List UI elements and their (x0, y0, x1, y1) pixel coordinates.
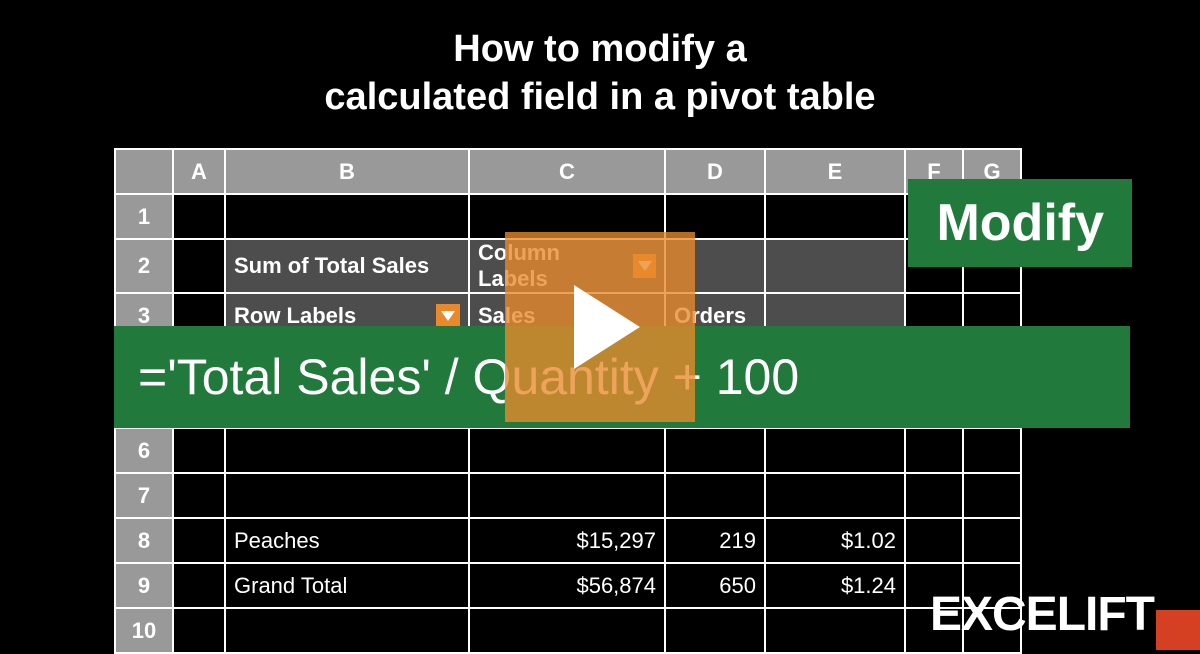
cell-C9[interactable]: $56,874 (469, 563, 665, 608)
cell-B2[interactable]: Sum of Total Sales (225, 239, 469, 293)
col-header-A[interactable]: A (173, 149, 225, 194)
cell-C10[interactable] (469, 608, 665, 653)
cell-E10[interactable] (765, 608, 905, 653)
cell-A6[interactable] (173, 428, 225, 473)
cell-D6[interactable] (665, 428, 765, 473)
cell-A7[interactable] (173, 473, 225, 518)
cell-F7[interactable] (905, 473, 963, 518)
row-labels-text: Row Labels (234, 303, 356, 329)
cell-A1[interactable] (173, 194, 225, 239)
cell-D7[interactable] (665, 473, 765, 518)
column-header-row: A B C D E F G (115, 149, 1021, 194)
col-header-E[interactable]: E (765, 149, 905, 194)
cell-C8[interactable]: $15,297 (469, 518, 665, 563)
cell-D10[interactable] (665, 608, 765, 653)
cell-G6[interactable] (963, 428, 1021, 473)
cell-B10[interactable] (225, 608, 469, 653)
row-header-6[interactable]: 6 (115, 428, 173, 473)
cell-E9[interactable]: $1.24 (765, 563, 905, 608)
cell-B6[interactable] (225, 428, 469, 473)
table-row: 7 (115, 473, 1021, 518)
cell-E7[interactable] (765, 473, 905, 518)
title-line-2: calculated field in a pivot table (324, 76, 875, 118)
cell-E2[interactable] (765, 239, 905, 293)
modify-label-overlay: Modify (908, 179, 1132, 267)
table-row: 9 Grand Total $56,874 650 $1.24 (115, 563, 1021, 608)
row-header-1[interactable]: 1 (115, 194, 173, 239)
table-row: 10 (115, 608, 1021, 653)
cell-C7[interactable] (469, 473, 665, 518)
cell-B7[interactable] (225, 473, 469, 518)
table-row: 8 Peaches $15,297 219 $1.02 (115, 518, 1021, 563)
cell-G7[interactable] (963, 473, 1021, 518)
cell-C6[interactable] (469, 428, 665, 473)
col-header-D[interactable]: D (665, 149, 765, 194)
cell-D9[interactable]: 650 (665, 563, 765, 608)
cell-E6[interactable] (765, 428, 905, 473)
cell-E8[interactable]: $1.02 (765, 518, 905, 563)
cell-F6[interactable] (905, 428, 963, 473)
table-row: 6 (115, 428, 1021, 473)
cell-A2[interactable] (173, 239, 225, 293)
cell-B9[interactable]: Grand Total (225, 563, 469, 608)
cell-G8[interactable] (963, 518, 1021, 563)
col-header-B[interactable]: B (225, 149, 469, 194)
watermark-text: EXCELIFT (930, 588, 1154, 641)
cell-E1[interactable] (765, 194, 905, 239)
watermark-logo-icon (1156, 610, 1200, 650)
row-header-9[interactable]: 9 (115, 563, 173, 608)
row-header-8[interactable]: 8 (115, 518, 173, 563)
row-header-2[interactable]: 2 (115, 239, 173, 293)
col-header-C[interactable]: C (469, 149, 665, 194)
cell-A10[interactable] (173, 608, 225, 653)
cell-D8[interactable]: 219 (665, 518, 765, 563)
cell-B1[interactable] (225, 194, 469, 239)
title-line-1: How to modify a (453, 28, 746, 70)
play-icon (574, 285, 640, 369)
cell-B8[interactable]: Peaches (225, 518, 469, 563)
filter-dropdown-icon[interactable] (436, 304, 460, 328)
row-header-10[interactable]: 10 (115, 608, 173, 653)
row-header-7[interactable]: 7 (115, 473, 173, 518)
select-all-corner[interactable] (115, 149, 173, 194)
play-button[interactable] (505, 232, 695, 422)
page-title: How to modify a calculated field in a pi… (0, 26, 1200, 121)
cell-A8[interactable] (173, 518, 225, 563)
cell-F8[interactable] (905, 518, 963, 563)
brand-watermark: EXCELIFT (930, 590, 1200, 630)
cell-A9[interactable] (173, 563, 225, 608)
